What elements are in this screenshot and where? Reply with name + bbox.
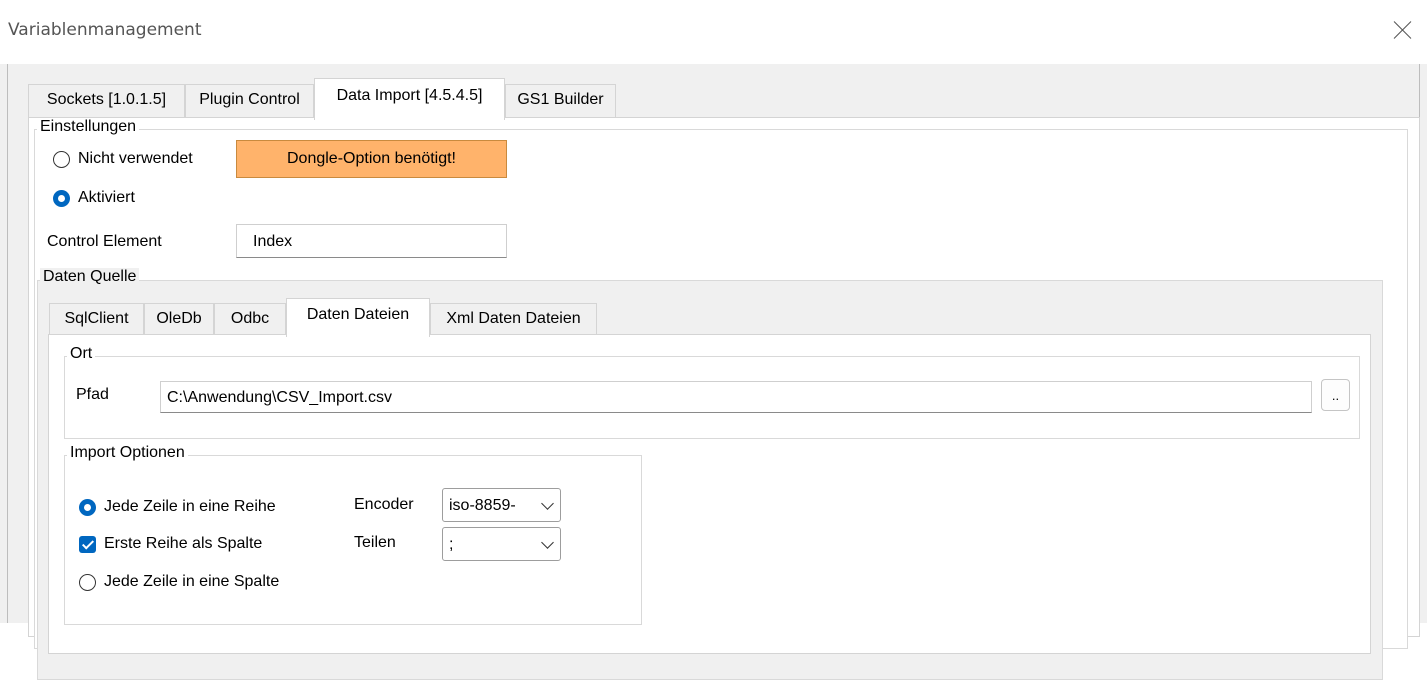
radio-activated[interactable] (53, 190, 70, 207)
browse-button[interactable]: .. (1321, 379, 1350, 411)
tab-sqlclient[interactable]: SqlClient (49, 303, 144, 335)
radio-activated-label[interactable]: Aktiviert (78, 189, 135, 207)
path-label: Pfad (76, 386, 109, 403)
control-element-label: Control Element (47, 233, 162, 250)
path-input[interactable]: C:\Anwendung\CSV_Import.csv (160, 381, 1312, 413)
browse-label: .. (1331, 388, 1340, 403)
radio-not-used[interactable] (53, 151, 70, 168)
radio-row-per-line-label[interactable]: Jede Zeile in eine Reihe (104, 498, 276, 516)
checkbox-header-row-label[interactable]: Erste Reihe als Spalte (104, 535, 262, 553)
chevron-down-icon (541, 536, 554, 549)
daten-dateien-panel: Ort Pfad C:\Anwendung\CSV_Import.csv .. … (48, 334, 1371, 654)
tab-daten-dateien[interactable]: Daten Dateien (286, 298, 430, 337)
control-element-value: Index (253, 233, 293, 250)
radio-not-used-label[interactable]: Nicht verwendet (78, 150, 193, 168)
tab-plugin-control[interactable]: Plugin Control (185, 84, 314, 118)
checkbox-header-row[interactable] (79, 536, 96, 553)
import-options-legend: Import Optionen (67, 444, 188, 462)
dongle-option-button[interactable]: Dongle-Option benötigt! (236, 140, 507, 178)
split-select[interactable]: ; (442, 527, 561, 561)
window-title: Variablenmanagement (8, 20, 202, 40)
split-label: Teilen (354, 534, 396, 551)
tab-xml-daten-dateien[interactable]: Xml Daten Dateien (430, 303, 597, 335)
encoder-value: iso-8859- (449, 497, 516, 514)
settings-legend: Einstellungen (37, 118, 140, 136)
encoder-label: Encoder (354, 496, 414, 513)
title-bar: Variablenmanagement (0, 0, 1427, 64)
tab-data-import[interactable]: Data Import [4.5.4.5] (314, 78, 505, 120)
radio-column-per-line-label[interactable]: Jede Zeile in eine Spalte (104, 573, 279, 591)
tab-gs1-builder[interactable]: GS1 Builder (505, 84, 616, 118)
path-value: C:\Anwendung\CSV_Import.csv (167, 389, 392, 406)
tab-oledb[interactable]: OleDb (144, 303, 214, 335)
close-icon[interactable] (1386, 14, 1420, 48)
dialog-window: Variablenmanagement Sockets [1.0.1.5] Pl… (0, 0, 1427, 680)
dongle-option-label: Dongle-Option benötigt! (287, 150, 456, 167)
location-legend: Ort (67, 345, 96, 363)
radio-row-per-line[interactable] (79, 499, 96, 516)
encoder-select[interactable]: iso-8859- (442, 488, 561, 522)
data-import-panel: Einstellungen Nicht verwendet Dongle-Opt… (28, 117, 1420, 680)
radio-column-per-line[interactable] (79, 574, 96, 591)
tab-sockets[interactable]: Sockets [1.0.1.5] (28, 84, 185, 118)
datasource-legend: Daten Quelle (40, 268, 140, 286)
chevron-down-icon (541, 497, 554, 510)
tab-odbc[interactable]: Odbc (214, 303, 286, 335)
split-value: ; (449, 536, 454, 553)
control-element-input[interactable]: Index (236, 224, 507, 258)
